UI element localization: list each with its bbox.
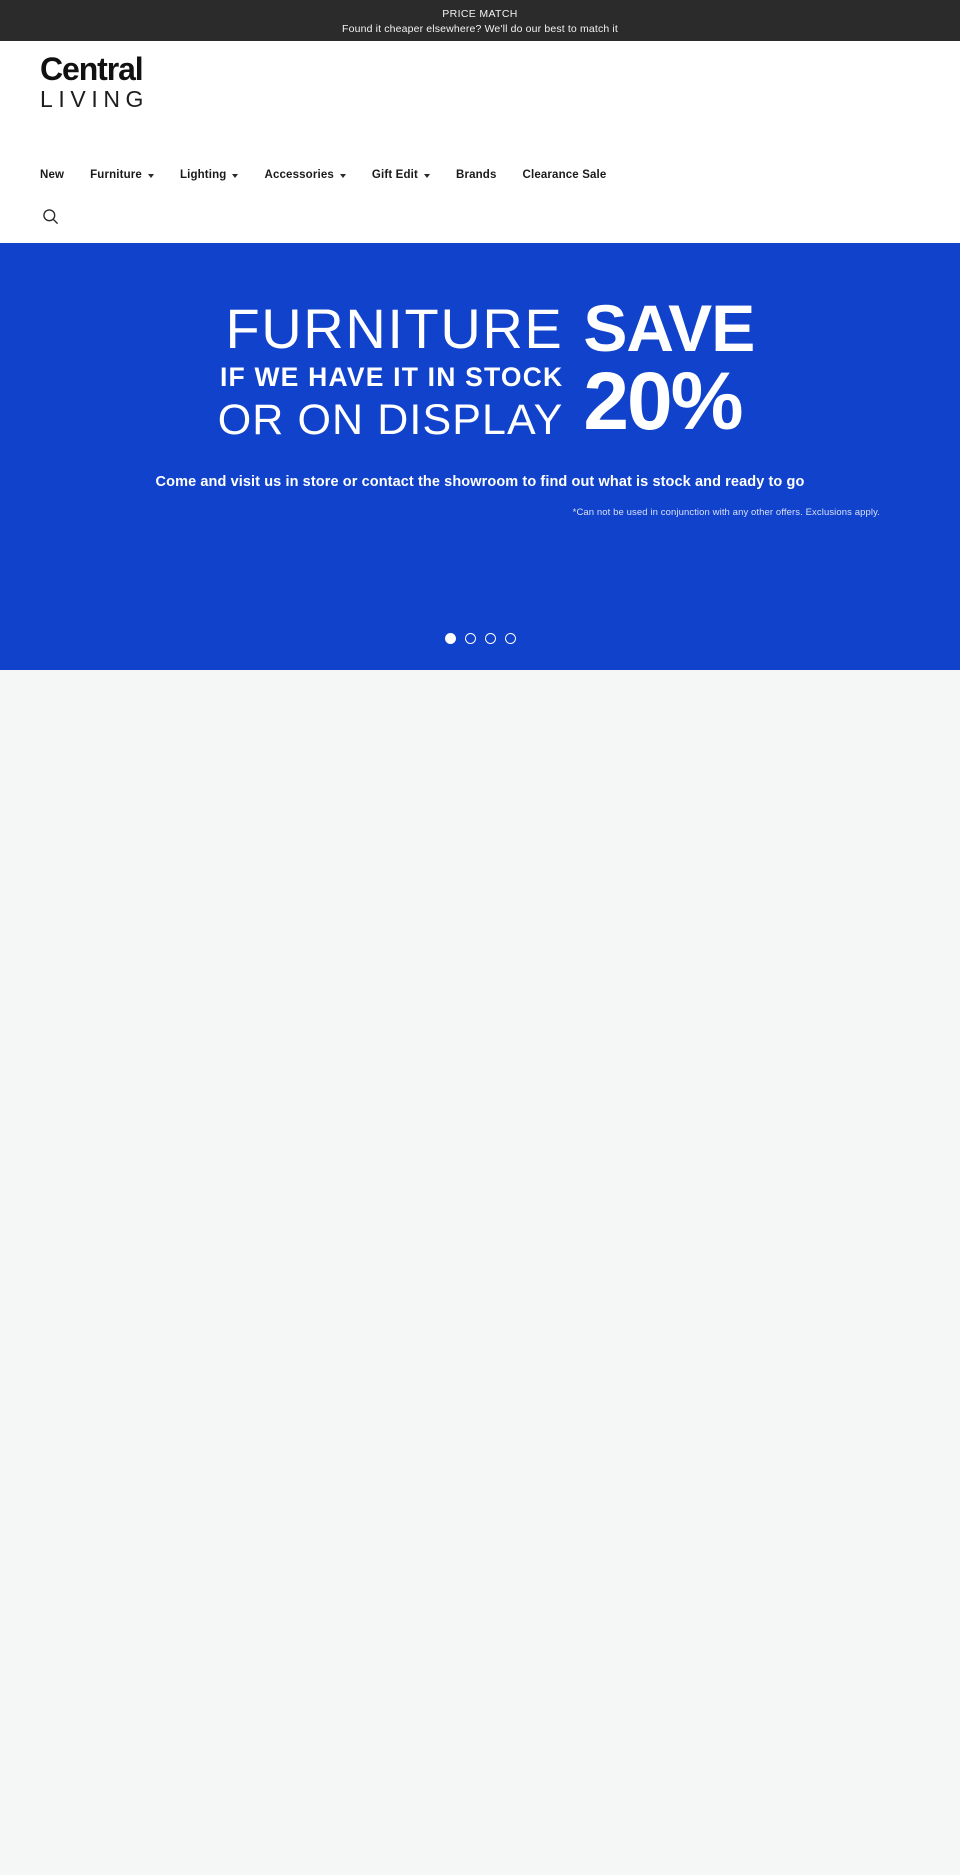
hero-content: FURNITURE IF WE HAVE IT IN STOCK OR ON D… (0, 294, 960, 519)
main-navigation: New Furniture Lighting Accessories Gift … (40, 168, 606, 182)
hero-line-on-display: OR ON DISPLAY (217, 396, 564, 444)
hero-line-furniture: FURNITURE (225, 297, 564, 360)
nav-label: Brands (455, 169, 497, 181)
logo-line-central: Central (40, 51, 144, 87)
chevron-down-icon (232, 174, 239, 178)
announcement-title: PRICE MATCH (442, 8, 518, 20)
search-button[interactable] (38, 204, 62, 228)
hero-promo-word: SAVE (583, 291, 755, 365)
hero-promo-amount: 20% (583, 356, 743, 447)
announcement-subtitle: Found it cheaper elsewhere? We'll do our… (342, 23, 618, 35)
site-logo[interactable]: Central LIVING (40, 53, 149, 112)
chevron-down-icon (147, 174, 154, 178)
page-root: PRICE MATCH Found it cheaper elsewhere? … (0, 0, 960, 1875)
hero-banner[interactable]: FURNITURE IF WE HAVE IT IN STOCK OR ON D… (0, 243, 960, 670)
hero-headline-right: SAVE 20% (583, 291, 755, 447)
logo-line-living: LIVING (40, 86, 150, 112)
hero-headline: FURNITURE IF WE HAVE IT IN STOCK OR ON D… (0, 294, 960, 446)
carousel-dot-3[interactable] (484, 633, 496, 644)
nav-label: Furniture (90, 169, 142, 181)
chevron-down-icon (339, 174, 346, 178)
nav-item-new[interactable]: New (40, 168, 64, 182)
carousel-dot-1[interactable] (444, 633, 456, 644)
nav-label: Lighting (179, 169, 227, 181)
nav-label: Clearance Sale (522, 169, 607, 181)
nav-label: New (40, 169, 65, 181)
nav-item-clearance-sale[interactable]: Clearance Sale (523, 168, 607, 182)
announcement-bar: PRICE MATCH Found it cheaper elsewhere? … (0, 0, 960, 41)
nav-item-accessories[interactable]: Accessories (264, 168, 346, 182)
hero-headline-left: FURNITURE IF WE HAVE IT IN STOCK OR ON D… (218, 298, 564, 446)
nav-item-furniture[interactable]: Furniture (90, 168, 154, 182)
carousel-dot-4[interactable] (504, 633, 516, 644)
search-icon (42, 208, 58, 224)
chevron-down-icon (423, 174, 430, 178)
site-header: Central LIVING New Furniture Lighting Ac… (0, 41, 960, 261)
nav-item-brands[interactable]: Brands (456, 168, 497, 182)
nav-label: Accessories (264, 169, 334, 181)
hero-subtitle: Come and visit us in store or contact th… (155, 474, 805, 490)
nav-item-lighting[interactable]: Lighting (180, 168, 239, 182)
nav-item-gift-edit[interactable]: Gift Edit (372, 168, 430, 182)
nav-label: Gift Edit (371, 169, 418, 181)
carousel-pagination (0, 633, 960, 644)
hero-line-in-stock: IF WE HAVE IT IN STOCK (219, 362, 564, 392)
main-content-area (0, 670, 960, 1875)
hero-disclaimer: *Can not be used in conjunction with any… (572, 507, 880, 518)
carousel-dot-2[interactable] (464, 633, 476, 644)
